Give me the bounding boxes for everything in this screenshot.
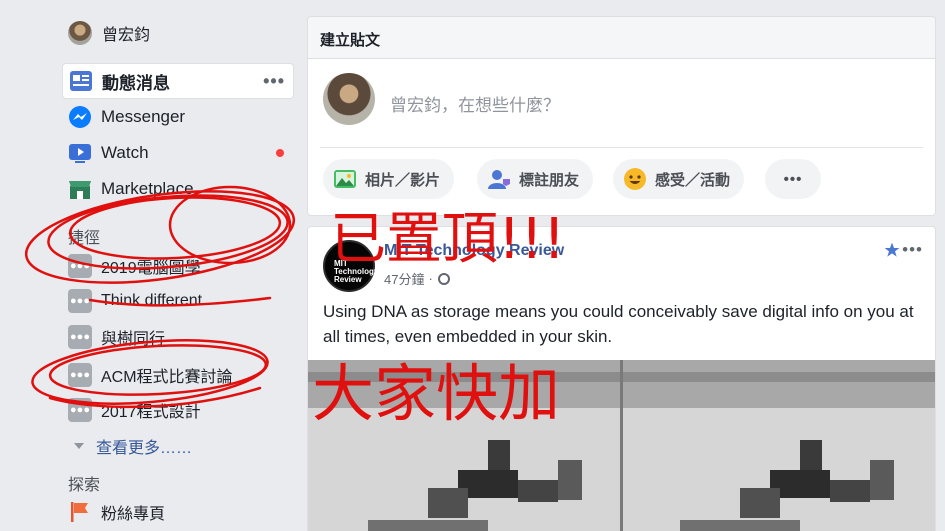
avatar [323, 73, 375, 125]
watch-icon [68, 141, 92, 165]
left-sidebar: 曾宏鈞 動態消息 ••• Messenger Watch Marketplace… [62, 0, 294, 531]
shortcut-group-item[interactable]: ●●● Think different [68, 286, 202, 316]
sidebar-item-label: Messenger [101, 107, 186, 126]
group-label: Think different [101, 292, 203, 309]
photo-icon [333, 167, 357, 191]
divider [320, 147, 923, 148]
shortcut-group-item[interactable]: ●●● ACM程式比賽討論 [68, 360, 233, 390]
star-icon[interactable] [884, 242, 900, 258]
sidebar-item-watch[interactable]: Watch [62, 135, 294, 171]
more-options-icon[interactable]: ••• [902, 240, 923, 260]
sidebar-item-label: Marketplace [101, 179, 194, 198]
photo-video-button[interactable]: 相片／影片 [323, 159, 455, 199]
group-label: ACM程式比賽討論 [101, 369, 233, 386]
group-icon: ●●● [68, 289, 92, 313]
post-body-text: Using DNA as storage means you could con… [323, 302, 914, 346]
feeling-activity-button[interactable]: 感受／活動 [613, 159, 745, 199]
profile-name: 曾宏鈞 [102, 27, 151, 44]
group-label: 2019電腦圖學 [101, 260, 201, 277]
create-post-title: 建立貼文 [308, 17, 935, 59]
chevron-down-icon [74, 443, 84, 449]
shortcut-group-item[interactable]: ●●● 2019電腦圖學 [68, 251, 201, 281]
marketplace-icon [68, 177, 92, 201]
create-post-card: 建立貼文 曾宏鈞，在想些什麼？ 相片／影片 標註朋友 感受／活動 ••• [307, 16, 936, 216]
group-icon: ●●● [68, 398, 92, 422]
sidebar-item-pages[interactable]: 粉絲專頁 [68, 497, 165, 527]
shortcut-group-item[interactable]: ●●● 2017程式設計 [68, 395, 201, 425]
profile-link[interactable]: 曾宏鈞 [68, 20, 150, 46]
page-avatar[interactable]: MIT Technology Review [323, 240, 379, 292]
group-label: 與樹同行 [101, 331, 166, 348]
tag-friends-label: 標註朋友 [519, 171, 580, 189]
sidebar-item-label: Watch [101, 143, 149, 162]
post-timestamp[interactable]: 47分鐘 · [384, 269, 450, 288]
photo-video-label: 相片／影片 [365, 171, 441, 189]
feed-post: MIT Technology Review MIT Technology Rev… [307, 226, 936, 531]
more-options-icon[interactable]: ••• [263, 72, 285, 90]
explore-heading: 探索 [68, 477, 101, 494]
post-image[interactable] [308, 360, 935, 531]
sidebar-item-news-feed[interactable]: 動態消息 ••• [62, 63, 294, 99]
sidebar-item-label: 動態消息 [102, 73, 170, 93]
smiley-icon [623, 167, 647, 191]
group-icon: ●●● [68, 363, 92, 387]
see-more-link[interactable]: 查看更多…… [74, 434, 192, 458]
shortcuts-heading: 捷徑 [68, 230, 101, 247]
tag-friends-button[interactable]: 標註朋友 [477, 159, 594, 199]
group-icon: ●●● [68, 254, 92, 278]
news-feed-icon [69, 69, 93, 93]
messenger-icon [68, 105, 92, 129]
tag-friends-icon [487, 167, 511, 191]
avatar [68, 21, 92, 45]
post-time-separator: · [428, 271, 433, 286]
feeling-activity-label: 感受／活動 [655, 171, 731, 189]
post-actions: ••• [884, 240, 923, 260]
post-composer-input[interactable]: 曾宏鈞，在想些什麼？ [390, 91, 560, 116]
page-avatar-text: MIT Technology Review [334, 259, 379, 284]
group-label: 2017程式設計 [101, 404, 201, 421]
post-time-text: 47分鐘 [384, 272, 425, 287]
flag-icon [68, 500, 92, 524]
shortcut-group-item[interactable]: ●●● 與樹同行 [68, 322, 165, 352]
post-author-link[interactable]: MIT Technology Review [384, 242, 564, 260]
sidebar-item-marketplace[interactable]: Marketplace [62, 171, 294, 207]
sidebar-item-label: 粉絲專頁 [101, 506, 166, 523]
sidebar-item-messenger[interactable]: Messenger [62, 99, 294, 135]
notification-dot [276, 149, 284, 157]
globe-icon [437, 272, 450, 285]
group-icon: ●●● [68, 325, 92, 349]
more-options-icon: ••• [783, 170, 803, 188]
more-options-button[interactable]: ••• [765, 159, 821, 199]
see-more-label: 查看更多…… [96, 440, 193, 457]
